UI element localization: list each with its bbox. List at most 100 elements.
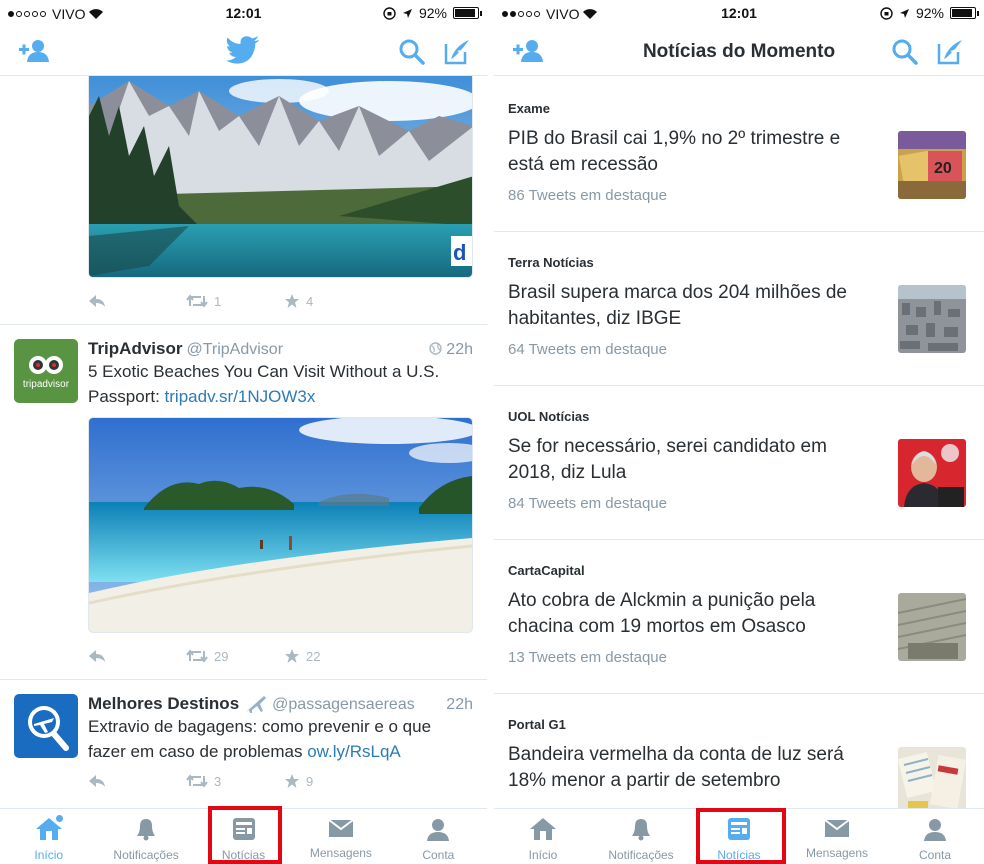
retweet-icon	[186, 294, 208, 308]
add-user-icon[interactable]	[18, 38, 50, 64]
tweet-header: TripAdvisor @TripAdvisor 22h	[88, 325, 473, 359]
tweet[interactable]: Melhores Destinos @passagensaereas 22h E…	[0, 680, 487, 798]
news-item[interactable]: Portal G1 Bandeira vermelha da conta de …	[494, 694, 984, 808]
news-headline: Ato cobra de Alckmin a punição pela chac…	[508, 590, 816, 637]
news-item[interactable]: UOL Notícias Se for necessário, serei ca…	[494, 386, 984, 540]
tab-noticias[interactable]: Notícias	[195, 809, 292, 864]
reply-button[interactable]	[88, 649, 186, 663]
news-item[interactable]: CartaCapital Ato cobra de Alckmin a puni…	[494, 540, 984, 694]
avatar-tripadvisor[interactable]: tripadvisor	[14, 339, 78, 403]
tab-conta[interactable]: Conta	[390, 809, 487, 864]
tweet-text: 5 Exotic Beaches You Can Visit Without a…	[88, 359, 473, 409]
star-icon	[285, 774, 299, 788]
tab-inicio[interactable]: Início	[0, 809, 97, 864]
tab-label: Mensagens	[309, 846, 372, 860]
navbar: Notícias do Momento	[494, 28, 984, 76]
favorite-button[interactable]: 9	[284, 773, 382, 789]
star-icon	[285, 294, 299, 308]
tweet-time: 22h	[429, 341, 473, 359]
tab-label: Notificações	[113, 848, 179, 862]
retweet-count: 3	[214, 773, 222, 789]
tab-notificacoes[interactable]: Notificações	[97, 809, 194, 864]
retweet-count: 29	[214, 648, 229, 664]
news-thumbnail	[898, 747, 966, 808]
retweet-button[interactable]: 1	[186, 294, 284, 309]
tweet-author-handle[interactable]: @passagensaereas	[272, 696, 415, 714]
lock-rotation-icon	[383, 6, 396, 20]
tweet[interactable]: tripadvisor TripAdvisor @TripAdvisor 22h…	[0, 325, 487, 680]
status-right: 92%	[383, 5, 482, 21]
retweet-icon	[186, 649, 208, 663]
bell-icon	[632, 819, 650, 841]
reply-icon	[89, 650, 105, 662]
news-item[interactable]: Terra Notícias Brasil supera marca dos 2…	[494, 232, 984, 386]
news-source: Exame	[508, 101, 550, 116]
avatar-melhores-destinos[interactable]	[14, 694, 78, 758]
news-headline: Se for necessário, serei candidato em 20…	[508, 436, 827, 483]
battery-percent: 92%	[418, 5, 447, 21]
tab-notificacoes[interactable]: Notificações	[592, 809, 690, 864]
search-icon[interactable]	[399, 39, 425, 65]
status-bar: VIVO 12:01 92%	[0, 0, 487, 28]
tab-bar: Início Notificações Notícias Mensagens C…	[494, 808, 984, 864]
location-icon	[402, 8, 412, 18]
retweet-button[interactable]: 3	[186, 774, 284, 789]
lock-rotation-icon	[880, 6, 893, 20]
news-source: CartaCapital	[508, 563, 585, 578]
retweet-button[interactable]: 29	[186, 649, 284, 664]
envelope-icon	[824, 819, 850, 837]
tab-conta[interactable]: Conta	[886, 809, 984, 864]
compose-icon[interactable]	[443, 38, 471, 66]
news-list[interactable]: Exame PIB do Brasil cai 1,9% no 2º trime…	[494, 78, 984, 808]
compose-icon[interactable]	[936, 38, 964, 66]
reply-icon	[89, 295, 105, 307]
reply-button[interactable]	[88, 294, 186, 308]
tweet-link[interactable]: tripadv.sr/1NJOW3x	[165, 387, 316, 406]
svg-text:20: 20	[934, 160, 952, 177]
status-right: 92%	[880, 5, 979, 21]
search-icon[interactable]	[892, 39, 918, 65]
airplane-emoji-icon	[246, 696, 267, 713]
tab-label: Mensagens	[805, 846, 869, 860]
reply-button[interactable]	[88, 774, 186, 788]
tweet[interactable]: d 1 4	[0, 76, 487, 325]
news-tweet-count: 13 Tweets em destaque	[508, 649, 667, 666]
tab-label: Conta	[422, 848, 455, 862]
favorite-button[interactable]: 4	[284, 293, 382, 309]
tweet-actions: 3 9	[88, 764, 473, 798]
tweet-author-name[interactable]: TripAdvisor	[88, 339, 182, 359]
envelope-icon	[328, 819, 354, 837]
tab-noticias[interactable]: Notícias	[690, 809, 788, 864]
battery-icon	[950, 7, 979, 19]
favorite-button[interactable]: 22	[284, 648, 382, 664]
person-icon	[924, 819, 946, 841]
tab-label: Início	[528, 848, 558, 862]
tab-mensagens[interactable]: Mensagens	[292, 809, 389, 864]
news-source: Terra Notícias	[508, 255, 594, 270]
tweet-time-label: 22h	[446, 341, 473, 358]
tab-inicio[interactable]: Início	[494, 809, 592, 864]
tweet-actions: 29 22	[88, 633, 473, 679]
bell-icon	[137, 819, 156, 841]
news-item[interactable]: Exame PIB do Brasil cai 1,9% no 2º trime…	[494, 78, 984, 232]
tweet-author-handle[interactable]: @TripAdvisor	[186, 341, 283, 359]
news-headline: Bandeira vermelha da conta de luz será 1…	[508, 744, 844, 791]
right-screen: VIVO 12:01 92% Notícias do Momento Exame…	[494, 0, 984, 864]
tab-bar: Início Notificações Notícias Mensagens C…	[0, 808, 487, 864]
tab-mensagens[interactable]: Mensagens	[788, 809, 886, 864]
tweet-author-name[interactable]: Melhores Destinos	[88, 694, 239, 714]
timeline[interactable]: d 1 4 tripadvisor TripAdvisor @TripAdvis…	[0, 76, 487, 808]
news-icon	[232, 818, 255, 840]
news-tweet-count: 84 Tweets em destaque	[508, 495, 667, 512]
twitter-bird-icon[interactable]	[226, 36, 260, 64]
home-icon	[530, 818, 556, 840]
location-icon	[899, 8, 909, 18]
tweet-media-lake[interactable]: d	[88, 76, 473, 278]
tab-label: Notícias	[717, 848, 761, 862]
battery-percent: 92%	[915, 5, 944, 21]
tweet-link[interactable]: ow.ly/RsLqA	[307, 742, 401, 761]
person-icon	[427, 819, 450, 841]
tweet-media-beach[interactable]	[88, 417, 473, 633]
news-thumbnail	[898, 593, 966, 661]
news-thumbnail: 20	[898, 131, 966, 199]
